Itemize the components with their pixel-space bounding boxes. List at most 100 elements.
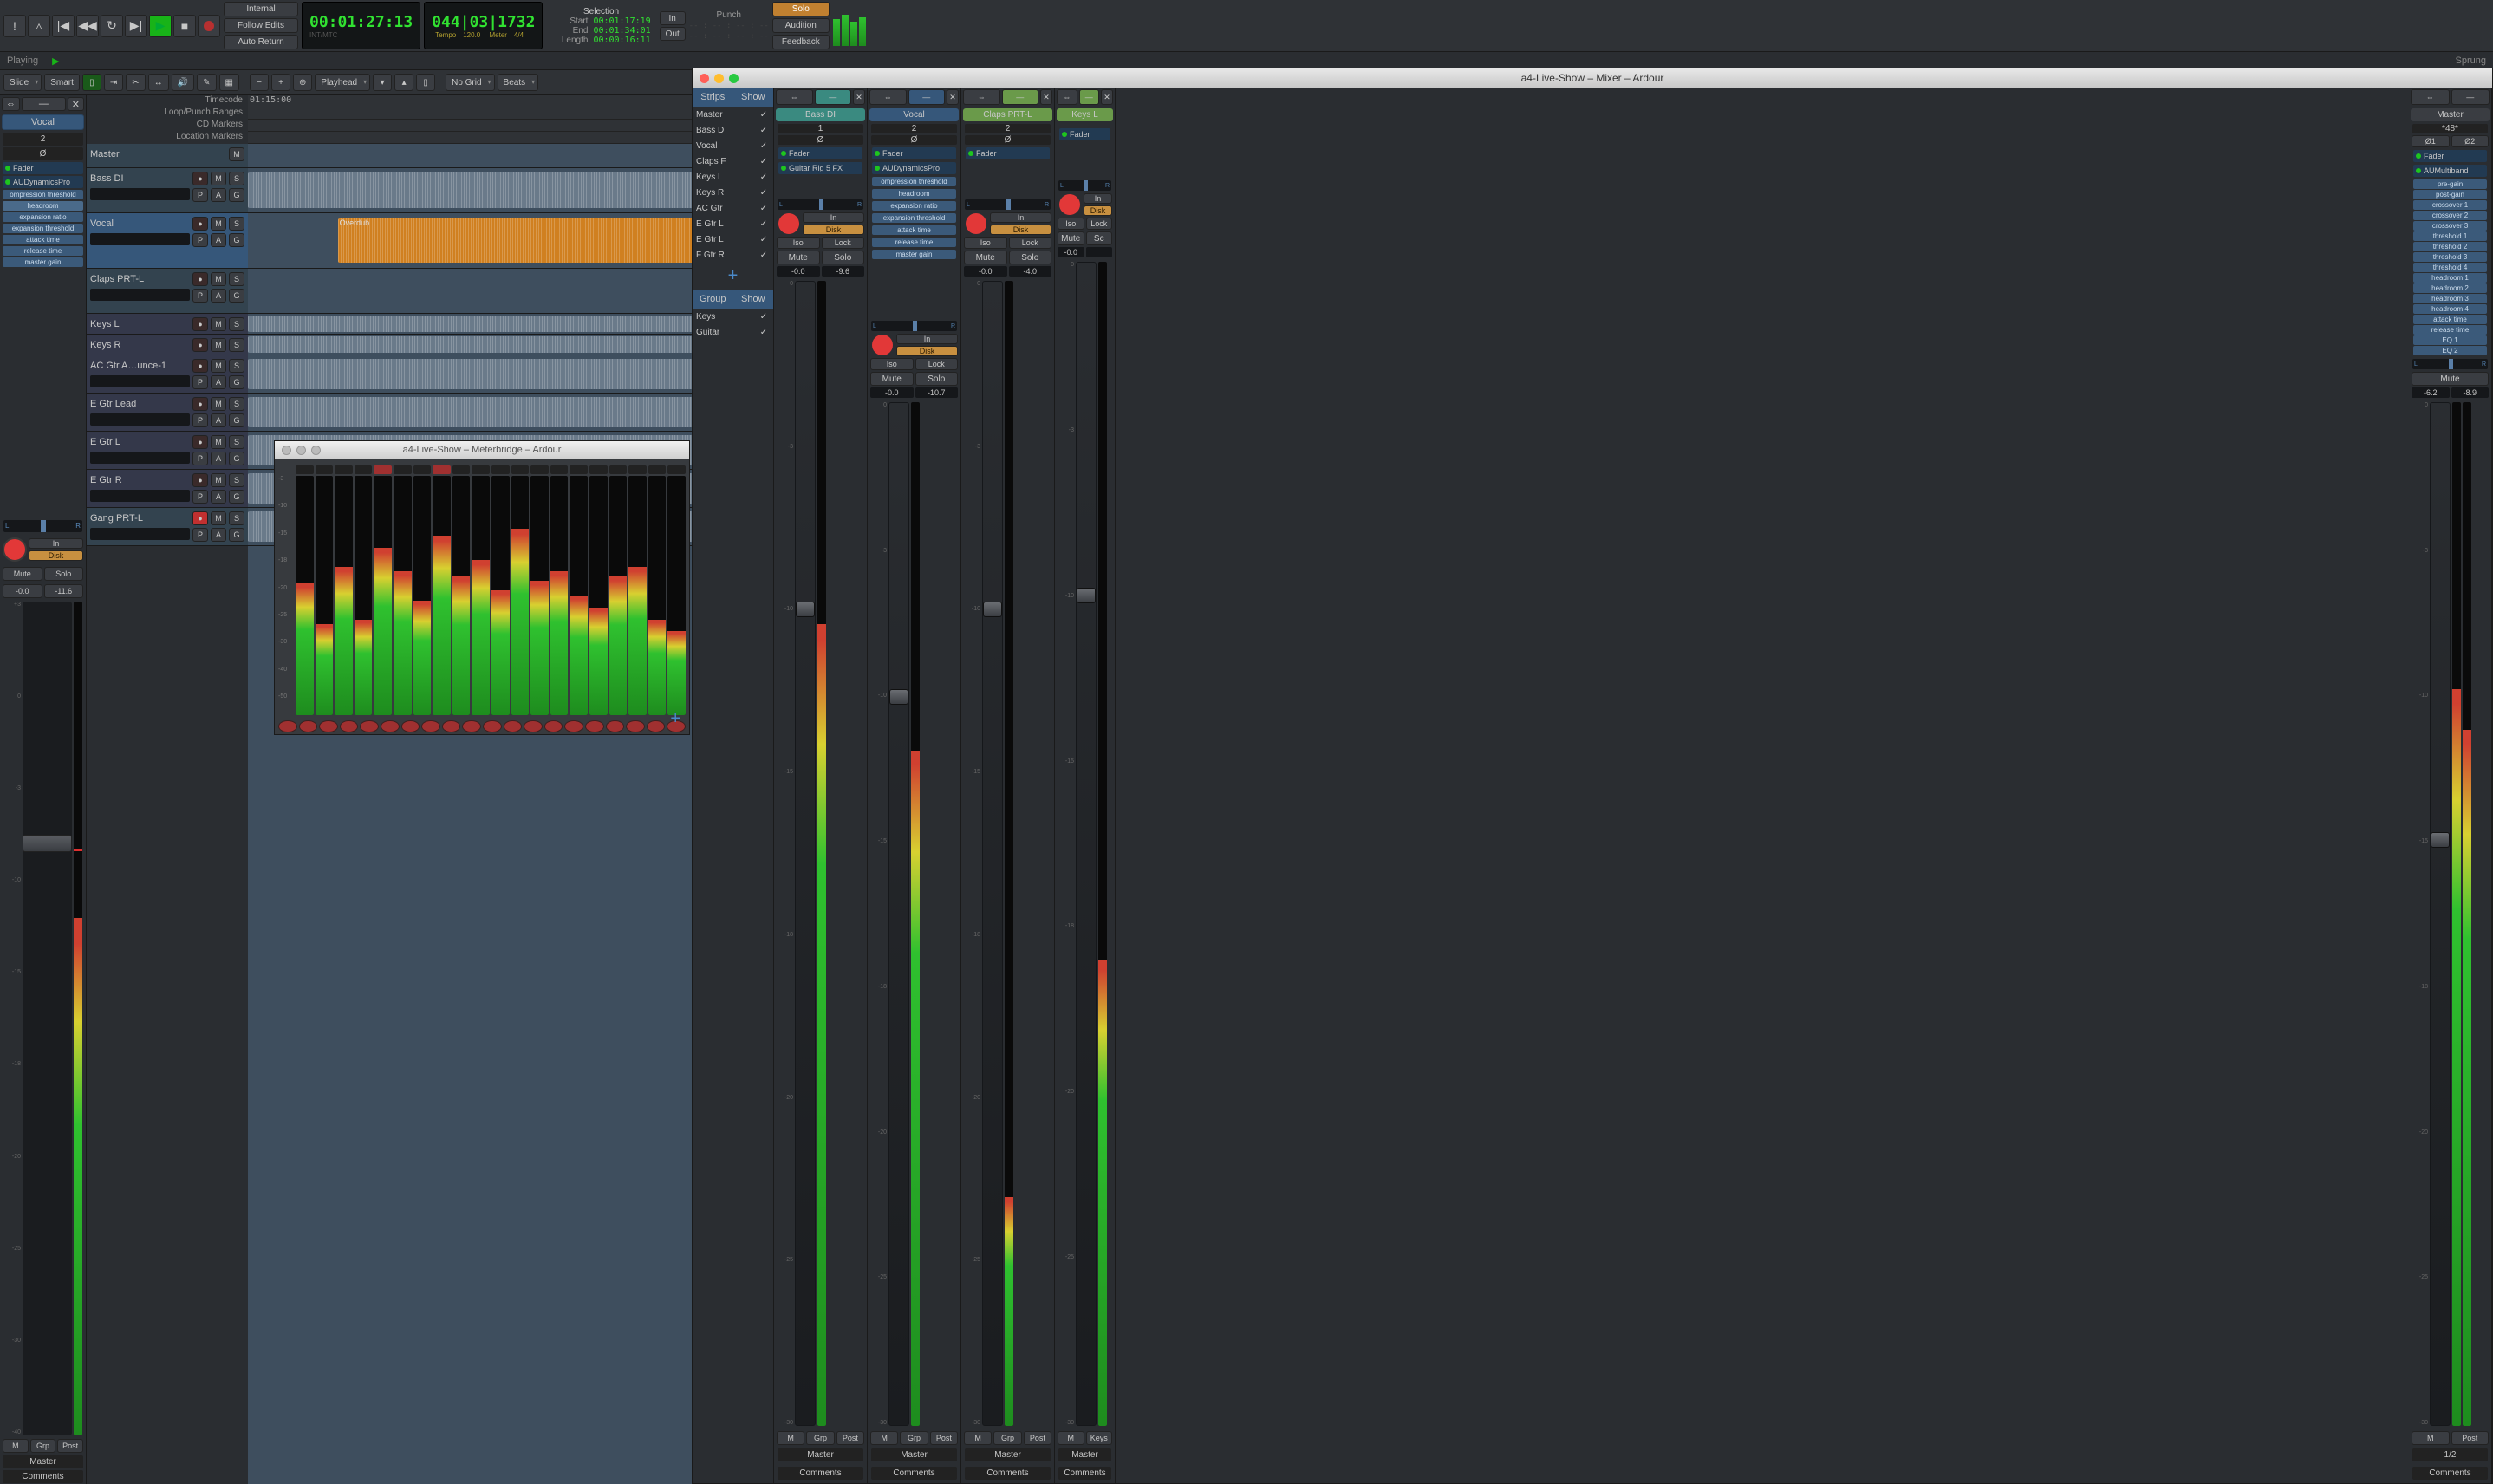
lock-button[interactable]: Lock (915, 358, 959, 370)
peak-indicator[interactable] (296, 465, 314, 474)
track-m-button[interactable]: M (211, 435, 226, 449)
peak-indicator[interactable] (589, 465, 608, 474)
check-icon[interactable]: ✓ (758, 328, 770, 337)
comments-button[interactable]: Comments (871, 1467, 957, 1480)
solo-button[interactable]: Solo (822, 251, 865, 264)
track-record-button[interactable]: ● (192, 272, 208, 286)
strip-fader[interactable] (23, 602, 72, 1435)
strips-list-row[interactable]: E Gtr L✓ (693, 216, 773, 231)
meterbridge-rec-button[interactable] (606, 720, 625, 732)
goto-end-button[interactable]: ▶| (125, 15, 147, 37)
lock-button[interactable]: Lock (822, 237, 865, 249)
output-button[interactable]: Master (1058, 1448, 1111, 1461)
strips-list-row[interactable]: Master✓ (693, 107, 773, 122)
plugin-param[interactable]: pre-gain (2413, 179, 2487, 189)
gain-display[interactable]: -0.0 (1058, 247, 1084, 257)
strip-input-button[interactable]: — (22, 97, 66, 111)
strip-panner[interactable]: LR (3, 520, 82, 532)
plugin-param[interactable]: headroom 3 (2413, 294, 2487, 303)
plugin-param[interactable]: threshold 3 (2413, 252, 2487, 262)
peak-indicator[interactable] (648, 465, 667, 474)
track-playlist-button[interactable]: P (192, 188, 208, 202)
track-header[interactable]: MasterM (87, 144, 248, 168)
goto-start-button[interactable]: |◀ (52, 15, 75, 37)
peak-display[interactable]: -4.0 (1009, 266, 1052, 277)
group-button[interactable]: Grp (993, 1431, 1021, 1445)
track-playlist-button[interactable]: P (192, 289, 208, 303)
check-icon[interactable]: ✓ (758, 172, 770, 182)
panner[interactable]: LR (1058, 180, 1111, 191)
track-header-fader[interactable] (90, 188, 190, 200)
lock-button[interactable]: Lock (1009, 237, 1052, 249)
plugin-param[interactable]: headroom 2 (2413, 283, 2487, 293)
track-record-button[interactable]: ● (192, 473, 208, 487)
fader[interactable] (982, 281, 1003, 1426)
check-icon[interactable]: ✓ (758, 188, 770, 198)
strip-width-button[interactable]: ⇔ (2, 97, 20, 111)
meter-point-button[interactable]: M (1058, 1431, 1084, 1445)
group-button[interactable]: Grp (900, 1431, 928, 1445)
record-button[interactable] (778, 213, 799, 234)
strips-list-row[interactable]: F Gtr R✓ (693, 247, 773, 263)
audition-button[interactable]: Audition (772, 18, 830, 33)
strip-plugin-dynamics[interactable]: AUDynamicsPro (3, 176, 83, 188)
meterbridge-rec-button[interactable] (585, 720, 604, 732)
strip-phase-button[interactable]: Ø (3, 147, 83, 160)
track-playlist-button[interactable]: P (192, 528, 208, 542)
close-window-button[interactable] (282, 446, 291, 455)
track-m-button[interactable]: M (211, 317, 226, 331)
plugin-param[interactable]: expansion ratio (872, 201, 956, 211)
peak-indicator[interactable] (570, 465, 588, 474)
object-tool-button[interactable]: ▯ (82, 74, 101, 91)
peak-indicator[interactable] (530, 465, 549, 474)
peak-indicator[interactable] (491, 465, 510, 474)
strip-width-button[interactable]: ⇔ (963, 89, 1000, 105)
iso-button[interactable]: Iso (1058, 218, 1084, 230)
output-button[interactable]: Master (871, 1448, 957, 1461)
monitor-in-button[interactable]: In (896, 334, 958, 344)
master-gain[interactable]: -6.2 (2412, 387, 2450, 398)
record-button[interactable] (1059, 194, 1080, 215)
plugin-param[interactable]: EQ 1 (2413, 335, 2487, 345)
plugin-param[interactable]: attack time (872, 225, 956, 235)
draw-tool-button[interactable]: ✎ (197, 74, 216, 91)
processors[interactable]: FaderGuitar Rig 5 FX (774, 146, 867, 198)
strip-comments-button[interactable]: Comments (3, 1470, 83, 1483)
master-peak[interactable]: -8.9 (2451, 387, 2490, 398)
stop-button[interactable]: ■ (173, 15, 196, 37)
master-meter-point[interactable]: M (2412, 1431, 2450, 1445)
master-comments[interactable]: Comments (2412, 1467, 2488, 1480)
strip-meter-point-button[interactable]: M (3, 1439, 29, 1453)
mute-button[interactable]: Mute (777, 251, 820, 264)
strip-width-button[interactable]: ⇔ (869, 89, 907, 105)
track-s-button[interactable]: S (229, 338, 244, 352)
check-icon[interactable]: ✓ (758, 312, 770, 322)
track-header[interactable]: Gang PRT-L●MSPAG (87, 508, 248, 546)
record-button[interactable] (966, 213, 986, 234)
track-header[interactable]: Bass DI●MSPAG (87, 168, 248, 213)
peak-display[interactable]: -10.7 (915, 387, 959, 398)
track-record-button[interactable]: ● (192, 172, 208, 186)
track-m-button[interactable]: M (211, 172, 226, 186)
iso-button[interactable]: Iso (777, 237, 820, 249)
peak-indicator[interactable] (413, 465, 432, 474)
track-header-fader[interactable] (90, 490, 190, 502)
track-m-button[interactable]: M (211, 511, 226, 525)
plugin-param[interactable]: headroom (872, 189, 956, 199)
monitor-disk-button[interactable]: Disk (1084, 205, 1112, 216)
track-s-button[interactable]: S (229, 317, 244, 331)
check-icon[interactable]: ✓ (758, 235, 770, 244)
meterbridge-rec-button[interactable] (524, 720, 543, 732)
track-header[interactable]: E Gtr Lead●MSPAG (87, 394, 248, 432)
track-count-button[interactable]: ▯ (416, 74, 435, 91)
mute-button[interactable]: Mute (964, 251, 1007, 264)
zoom-window-button[interactable] (311, 446, 321, 455)
check-icon[interactable]: ✓ (758, 157, 770, 166)
master-fader-processor[interactable]: Fader (2413, 150, 2487, 162)
strips-list-row[interactable]: Keys R✓ (693, 185, 773, 200)
track-group-button[interactable]: G (229, 188, 244, 202)
plugin-param[interactable]: release time (872, 238, 956, 247)
plugin-param[interactable]: attack time (2413, 315, 2487, 324)
meterbridge-rec-button[interactable] (340, 720, 359, 732)
check-icon[interactable]: ✓ (758, 110, 770, 120)
